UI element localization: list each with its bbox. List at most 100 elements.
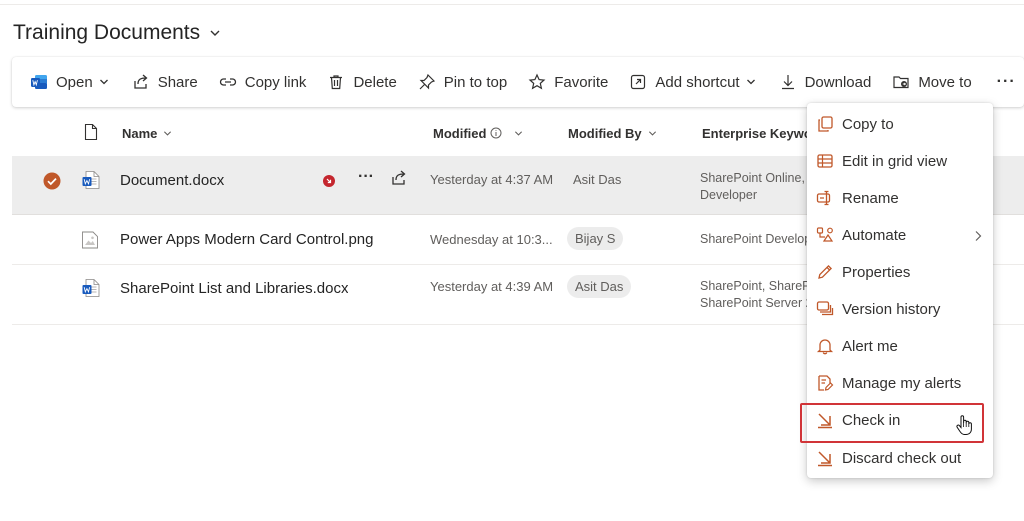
person-pill[interactable]: Asit Das: [567, 275, 632, 298]
image-icon: [81, 230, 99, 255]
share-icon[interactable]: [390, 169, 408, 192]
rename-icon: [816, 189, 834, 207]
keywords-cell: SharePoint, ShareP SharePoint Server 2: [700, 278, 810, 312]
hand-cursor-icon: [955, 414, 973, 441]
modified-by[interactable]: Asit Das: [567, 275, 632, 298]
add-shortcut-button[interactable]: Add shortcut: [629, 65, 757, 99]
menu-item-discard-check-out[interactable]: Discard check out: [807, 441, 993, 475]
download-label: Download: [804, 73, 872, 91]
delete-label: Delete: [353, 73, 397, 91]
pin-icon: [418, 73, 436, 91]
share-button[interactable]: Share: [132, 65, 198, 99]
command-bar: Open Share Copy link Delete Pin to top F…: [12, 57, 1024, 107]
grid-icon: [816, 152, 834, 170]
name-column-header[interactable]: Name: [122, 114, 172, 152]
keywords-line: Developer: [700, 188, 757, 202]
pin-to-top-label: Pin to top: [443, 73, 508, 91]
modified-date: Wednesday at 10:3...: [430, 232, 553, 247]
pin-to-top-button[interactable]: Pin to top: [418, 65, 507, 99]
menu-item-automate[interactable]: Automate: [807, 218, 993, 252]
open-label: Open: [56, 73, 93, 91]
menu-item-label: Manage my alerts: [842, 374, 962, 392]
open-button[interactable]: Open: [30, 65, 111, 99]
chevron-down-icon: [746, 76, 758, 88]
link-icon: [219, 73, 237, 91]
word-icon: [81, 278, 101, 303]
discard-check-out-icon: [816, 449, 834, 467]
trash-icon: [327, 73, 345, 91]
info-icon[interactable]: [490, 127, 502, 139]
menu-item-rename[interactable]: Rename: [807, 181, 993, 215]
menu-item-label: Properties: [842, 263, 911, 281]
file-name[interactable]: Document.docx: [120, 172, 224, 189]
manage-alerts-icon: [816, 374, 834, 392]
modified-header-label: Modified: [433, 125, 487, 141]
library-title-row[interactable]: Training Documents: [13, 18, 226, 48]
share-icon: [132, 73, 150, 91]
keywords-cell: SharePoint Online, S Developer: [700, 170, 810, 204]
menu-item-properties[interactable]: Properties: [807, 255, 993, 289]
name-header-label: Name: [122, 125, 158, 141]
person-pill[interactable]: Bijay S: [567, 227, 624, 250]
modified-by-header-label: Modified By: [568, 125, 642, 141]
download-button[interactable]: Download: [779, 65, 872, 99]
more-actions-button[interactable]: ···: [997, 65, 1016, 99]
add-shortcut-icon: [629, 73, 647, 91]
copy-icon: [816, 115, 834, 133]
chevron-down-icon: [163, 129, 172, 138]
modified-date: Yesterday at 4:39 AM: [430, 279, 554, 294]
copy-link-button[interactable]: Copy link: [219, 65, 306, 99]
bell-icon: [816, 337, 834, 355]
keywords-line: SharePoint, ShareP: [700, 279, 810, 293]
move-to-button[interactable]: Move to: [892, 65, 972, 99]
more-icon: ···: [996, 73, 1016, 90]
favorite-button[interactable]: Favorite: [528, 65, 608, 99]
version-history-icon: [816, 300, 834, 318]
menu-item-edit-in-grid-view[interactable]: Edit in grid view: [807, 144, 993, 178]
menu-item-copy-to[interactable]: Copy to: [807, 107, 993, 141]
automate-icon: [816, 226, 834, 244]
menu-item-manage-my-alerts[interactable]: Manage my alerts: [807, 366, 993, 400]
file-type-icon: [84, 123, 98, 144]
chevron-down-icon[interactable]: [204, 22, 226, 44]
keywords-header-label: Enterprise Keywords: [702, 125, 810, 141]
page-title: Training Documents: [13, 21, 201, 44]
word-icon: [81, 170, 101, 195]
menu-item-version-history[interactable]: Version history: [807, 292, 993, 326]
folder-move-icon: [892, 73, 910, 91]
keywords-line: SharePoint Develop: [700, 232, 810, 246]
keywords-column-header[interactable]: Enterprise Keywords: [702, 114, 810, 152]
modified-by-column-header[interactable]: Modified By: [568, 114, 657, 152]
menu-item-label: Edit in grid view: [842, 152, 948, 170]
add-shortcut-label: Add shortcut: [655, 73, 740, 91]
row-selected-check-icon[interactable]: [43, 172, 61, 195]
modified-column-header[interactable]: Modified: [433, 114, 523, 152]
delete-button[interactable]: Delete: [327, 65, 397, 99]
chevron-down-icon: [514, 129, 523, 138]
modified-by[interactable]: Asit Das: [573, 172, 621, 187]
menu-item-label: Automate: [842, 226, 907, 244]
modified-by[interactable]: Bijay S: [567, 227, 624, 250]
menu-item-label: Discard check out: [842, 449, 962, 467]
row-more-button[interactable]: ···: [358, 168, 374, 186]
word-icon: [30, 73, 48, 91]
pencil-icon: [816, 263, 834, 281]
keywords-line: SharePoint Server 2: [700, 296, 810, 310]
file-type-header[interactable]: [84, 114, 98, 152]
file-name[interactable]: SharePoint List and Libraries.docx: [120, 280, 348, 297]
chevron-right-icon: [973, 229, 983, 246]
keywords-cell: SharePoint Develop: [700, 231, 810, 248]
checked-out-icon: [323, 174, 335, 192]
favorite-label: Favorite: [554, 73, 609, 91]
chevron-down-icon: [648, 129, 657, 138]
move-to-label: Move to: [918, 73, 972, 91]
download-icon: [779, 73, 797, 91]
menu-item-alert-me[interactable]: Alert me: [807, 329, 993, 363]
menu-item-label: Version history: [842, 300, 941, 318]
chevron-down-icon: [99, 76, 111, 88]
share-label: Share: [157, 73, 198, 91]
keywords-line: SharePoint Online, S: [700, 171, 810, 185]
file-name[interactable]: Power Apps Modern Card Control.png: [120, 231, 373, 248]
star-icon: [528, 73, 546, 91]
top-divider: [0, 4, 1024, 5]
